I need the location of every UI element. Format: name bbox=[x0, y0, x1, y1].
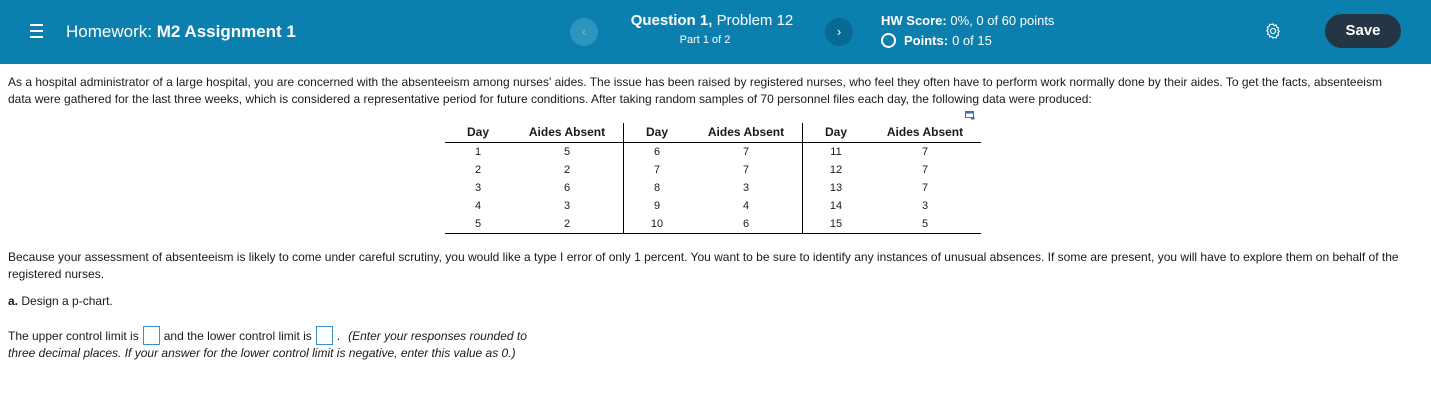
question-problem: Problem 12 bbox=[716, 12, 794, 29]
next-question-button[interactable]: › bbox=[825, 18, 853, 46]
homework-title: Homework: M2 Assignment 1 bbox=[66, 22, 296, 42]
status-circle-icon bbox=[881, 33, 896, 48]
table-cell: 2 bbox=[563, 164, 571, 176]
table-cell: 2 bbox=[474, 164, 482, 176]
homework-prefix: Homework: bbox=[66, 22, 152, 41]
homework-name: M2 Assignment 1 bbox=[156, 22, 296, 41]
table-cell: 10 bbox=[623, 215, 690, 234]
header-absent-1: Aides Absent bbox=[511, 123, 624, 143]
hw-score-value: 0%, 0 of 60 points bbox=[950, 13, 1055, 28]
points-value: 0 of 15 bbox=[952, 33, 992, 48]
table-row: 5 2 10 6 15 5 bbox=[445, 215, 981, 234]
gear-icon[interactable] bbox=[1264, 22, 1282, 40]
table-cell: 6 bbox=[623, 142, 690, 161]
question-points: Points: 0 of 15 bbox=[881, 33, 992, 48]
header-absent-2: Aides Absent bbox=[690, 123, 803, 143]
instruction-text-1: (Enter your responses rounded to bbox=[348, 328, 527, 343]
table-cell: 15 bbox=[802, 215, 869, 234]
question-title: Question 1, Problem 12 bbox=[600, 12, 824, 29]
problem-intro: As a hospital administrator of a large h… bbox=[8, 75, 1382, 106]
table-cell: 4 bbox=[742, 200, 750, 212]
chevron-left-icon: ‹ bbox=[581, 24, 587, 39]
table-row: 4 3 9 4 14 3 bbox=[445, 197, 981, 215]
hw-score-label: HW Score: bbox=[881, 13, 947, 28]
table-cell: 5 bbox=[869, 215, 981, 234]
table-cell: 11 bbox=[802, 142, 869, 161]
chevron-right-icon: › bbox=[836, 24, 842, 39]
table-cell: 5 bbox=[563, 146, 571, 158]
table-cell: 5 bbox=[445, 215, 511, 234]
copy-table-icon[interactable] bbox=[965, 111, 975, 120]
hamburger-icon[interactable] bbox=[30, 24, 43, 38]
table-cell: 4 bbox=[474, 200, 482, 212]
table-cell: 13 bbox=[802, 179, 869, 197]
table-cell: 3 bbox=[921, 200, 929, 212]
answer-prefix: The upper control limit is bbox=[8, 328, 139, 343]
question-part: Part 1 of 2 bbox=[679, 34, 731, 46]
table-cell: 6 bbox=[690, 215, 803, 234]
question-label: Question 1, bbox=[630, 12, 713, 29]
lcl-answer-input[interactable] bbox=[315, 326, 333, 345]
table-cell: 7 bbox=[921, 182, 929, 194]
table-cell: 7 bbox=[742, 146, 750, 158]
answer-period: . bbox=[336, 328, 341, 343]
ucl-answer-input[interactable] bbox=[142, 326, 160, 345]
header-day-2: Day bbox=[623, 123, 690, 143]
absenteeism-table: Day Aides Absent Day Aides Absent Day Ai… bbox=[445, 123, 981, 234]
table-row: 3 6 8 3 13 7 bbox=[445, 179, 981, 197]
table-cell: 2 bbox=[511, 215, 624, 234]
header-day-1: Day bbox=[445, 123, 511, 143]
answer-line: The upper control limit is and the lower… bbox=[8, 326, 527, 345]
table-cell: 9 bbox=[623, 197, 690, 215]
header-absent-3: Aides Absent bbox=[869, 123, 981, 143]
hw-score: HW Score: 0%, 0 of 60 points bbox=[881, 13, 1054, 28]
previous-question-button[interactable]: ‹ bbox=[570, 18, 598, 46]
table-row: 2 2 7 7 12 7 bbox=[445, 161, 981, 179]
table-cell: 3 bbox=[474, 182, 482, 194]
part-a-heading: a. Design a p-chart. bbox=[8, 294, 113, 308]
points-label: Points: bbox=[904, 33, 949, 48]
top-bar: Homework: M2 Assignment 1 ‹ Question 1, … bbox=[0, 0, 1431, 64]
table-row: 1 5 6 7 11 7 bbox=[445, 142, 981, 161]
table-cell: 7 bbox=[921, 164, 929, 176]
answer-middle: and the lower control limit is bbox=[163, 328, 312, 343]
part-a-text: Design a p-chart. bbox=[21, 294, 113, 308]
part-a-label: a. bbox=[8, 294, 19, 308]
table-cell: 7 bbox=[742, 164, 750, 176]
save-button[interactable]: Save bbox=[1325, 14, 1401, 48]
table-cell: 1 bbox=[474, 146, 482, 158]
table-cell: 6 bbox=[563, 182, 571, 194]
table-cell: 7 bbox=[623, 161, 690, 179]
table-cell: 12 bbox=[802, 161, 869, 179]
instruction-text-2: three decimal places. If your answer for… bbox=[8, 346, 516, 360]
table-header-row: Day Aides Absent Day Aides Absent Day Ai… bbox=[445, 123, 981, 143]
table-cell: 3 bbox=[742, 182, 750, 194]
header-day-3: Day bbox=[802, 123, 869, 143]
problem-followup: Because your assessment of absenteeism i… bbox=[8, 250, 1399, 281]
table-cell: 7 bbox=[921, 146, 929, 158]
table-cell: 8 bbox=[623, 179, 690, 197]
table-cell: 14 bbox=[802, 197, 869, 215]
table-cell: 3 bbox=[563, 200, 571, 212]
